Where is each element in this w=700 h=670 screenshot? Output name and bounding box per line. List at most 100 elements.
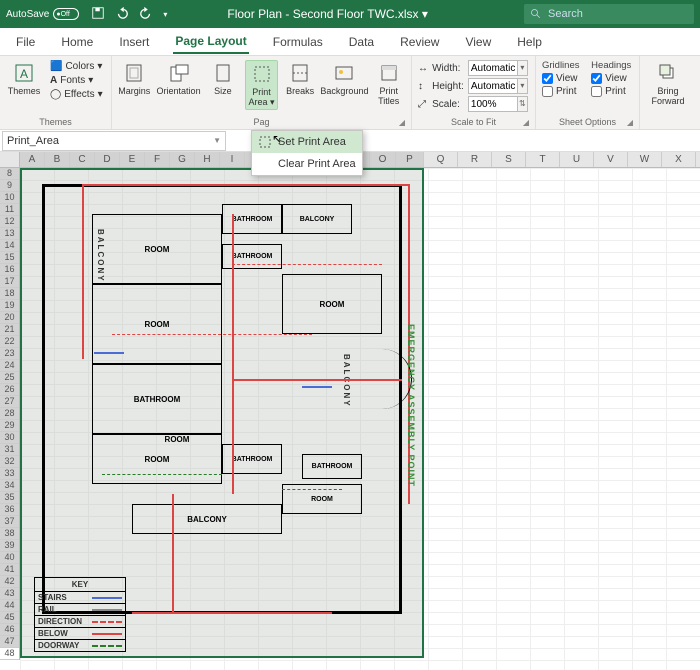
col-header-S[interactable]: S bbox=[492, 152, 526, 167]
tab-help[interactable]: Help bbox=[515, 31, 544, 53]
col-header-P[interactable]: P bbox=[396, 152, 424, 167]
sheet-options-launcher[interactable]: ◢ bbox=[627, 118, 633, 127]
col-header-A[interactable]: A bbox=[20, 152, 45, 167]
row-header-23[interactable]: 23 bbox=[0, 348, 19, 360]
headings-view-checkbox[interactable]: View bbox=[591, 73, 633, 84]
row-header-14[interactable]: 14 bbox=[0, 240, 19, 252]
col-header-C[interactable]: C bbox=[70, 152, 95, 167]
row-header-40[interactable]: 40 bbox=[0, 552, 19, 564]
select-all-corner[interactable] bbox=[0, 152, 20, 167]
row-header-29[interactable]: 29 bbox=[0, 420, 19, 432]
row-header-48[interactable]: 48 bbox=[0, 648, 19, 660]
row-header-13[interactable]: 13 bbox=[0, 228, 19, 240]
row-header-34[interactable]: 34 bbox=[0, 480, 19, 492]
row-header-33[interactable]: 33 bbox=[0, 468, 19, 480]
scale-launcher[interactable]: ◢ bbox=[523, 118, 529, 127]
themes-button[interactable]: A Themes bbox=[6, 60, 42, 98]
row-header-17[interactable]: 17 bbox=[0, 276, 19, 288]
row-header-15[interactable]: 15 bbox=[0, 252, 19, 264]
row-header-24[interactable]: 24 bbox=[0, 360, 19, 372]
tab-file[interactable]: File bbox=[14, 31, 37, 53]
row-header-30[interactable]: 30 bbox=[0, 432, 19, 444]
col-header-O[interactable]: O bbox=[370, 152, 396, 167]
autosave-toggle[interactable]: AutoSave ● Off bbox=[6, 8, 79, 20]
col-header-R[interactable]: R bbox=[458, 152, 492, 167]
row-header-22[interactable]: 22 bbox=[0, 336, 19, 348]
orientation-button[interactable]: Orientation bbox=[157, 60, 201, 98]
row-header-38[interactable]: 38 bbox=[0, 528, 19, 540]
row-header-11[interactable]: 11 bbox=[0, 204, 19, 216]
effects-button[interactable]: ◯Effects ▾ bbox=[48, 88, 105, 101]
row-header-26[interactable]: 26 bbox=[0, 384, 19, 396]
set-print-area-item[interactable]: Set Print Area bbox=[252, 131, 362, 153]
row-header-8[interactable]: 8 bbox=[0, 168, 19, 180]
row-header-28[interactable]: 28 bbox=[0, 408, 19, 420]
col-header-Q[interactable]: Q bbox=[424, 152, 458, 167]
width-dropdown[interactable]: ▾ bbox=[518, 60, 528, 76]
row-header-20[interactable]: 20 bbox=[0, 312, 19, 324]
tab-formulas[interactable]: Formulas bbox=[271, 31, 325, 53]
row-header-25[interactable]: 25 bbox=[0, 372, 19, 384]
size-button[interactable]: Size bbox=[207, 60, 240, 98]
headings-print-checkbox[interactable]: Print bbox=[591, 86, 633, 97]
col-header-G[interactable]: G bbox=[170, 152, 195, 167]
col-header-E[interactable]: E bbox=[120, 152, 145, 167]
row-header-9[interactable]: 9 bbox=[0, 180, 19, 192]
breaks-button[interactable]: Breaks bbox=[284, 60, 317, 98]
tab-insert[interactable]: Insert bbox=[117, 31, 151, 53]
background-button[interactable]: Background bbox=[322, 60, 366, 98]
row-header-31[interactable]: 31 bbox=[0, 444, 19, 456]
row-header-37[interactable]: 37 bbox=[0, 516, 19, 528]
page-setup-launcher[interactable]: ◢ bbox=[399, 118, 405, 127]
qat-dropdown-icon[interactable]: ▾ bbox=[163, 10, 167, 19]
row-header-41[interactable]: 41 bbox=[0, 564, 19, 576]
row-header-43[interactable]: 43 bbox=[0, 588, 19, 600]
col-header-H[interactable]: H bbox=[195, 152, 220, 167]
colors-button[interactable]: 🟦Colors ▾ bbox=[48, 60, 105, 73]
name-box[interactable]: Print_Area▼ bbox=[2, 131, 226, 151]
row-header-35[interactable]: 35 bbox=[0, 492, 19, 504]
gridlines-print-checkbox[interactable]: Print bbox=[542, 86, 581, 97]
tab-view[interactable]: View bbox=[463, 31, 493, 53]
col-header-V[interactable]: V bbox=[594, 152, 628, 167]
row-header-10[interactable]: 10 bbox=[0, 192, 19, 204]
clear-print-area-item[interactable]: Clear Print Area bbox=[252, 153, 362, 175]
undo-icon[interactable] bbox=[115, 6, 129, 23]
row-header-32[interactable]: 32 bbox=[0, 456, 19, 468]
namebox-dropdown-icon[interactable]: ▼ bbox=[213, 136, 221, 145]
col-header-D[interactable]: D bbox=[95, 152, 120, 167]
document-title[interactable]: Floor Plan - Second Floor TWC.xlsx ▾ bbox=[227, 7, 428, 21]
row-header-44[interactable]: 44 bbox=[0, 600, 19, 612]
redo-icon[interactable] bbox=[139, 6, 153, 23]
autosave-switch[interactable]: ● Off bbox=[53, 8, 79, 20]
row-header-46[interactable]: 46 bbox=[0, 624, 19, 636]
row-header-16[interactable]: 16 bbox=[0, 264, 19, 276]
row-header-27[interactable]: 27 bbox=[0, 396, 19, 408]
row-header-12[interactable]: 12 bbox=[0, 216, 19, 228]
height-dropdown[interactable]: ▾ bbox=[518, 78, 528, 94]
bring-forward-button[interactable]: Bring Forward bbox=[646, 60, 690, 108]
tab-page-layout[interactable]: Page Layout bbox=[173, 30, 248, 54]
row-header-45[interactable]: 45 bbox=[0, 612, 19, 624]
height-input[interactable] bbox=[468, 78, 518, 94]
search-box[interactable]: Search bbox=[524, 4, 694, 24]
col-header-U[interactable]: U bbox=[560, 152, 594, 167]
row-header-39[interactable]: 39 bbox=[0, 540, 19, 552]
col-header-I[interactable]: I bbox=[220, 152, 245, 167]
col-header-B[interactable]: B bbox=[45, 152, 70, 167]
width-input[interactable] bbox=[468, 60, 518, 76]
tab-review[interactable]: Review bbox=[398, 31, 441, 53]
col-header-T[interactable]: T bbox=[526, 152, 560, 167]
cell-grid[interactable]: ROOM BALCONY ROOM BATHROOM ROOM BATHROOM… bbox=[20, 168, 700, 670]
col-header-X[interactable]: X bbox=[662, 152, 696, 167]
print-titles-button[interactable]: Print Titles bbox=[372, 60, 405, 108]
scale-input[interactable] bbox=[468, 96, 518, 112]
fonts-button[interactable]: AFonts ▾ bbox=[48, 74, 105, 87]
margins-button[interactable]: Margins bbox=[118, 60, 151, 98]
scale-stepper[interactable]: ⇅ bbox=[518, 96, 528, 112]
row-header-19[interactable]: 19 bbox=[0, 300, 19, 312]
save-icon[interactable] bbox=[91, 6, 105, 23]
worksheet-area[interactable]: ABCDEFGHIJKLMNOPQRSTUVWX 891011121314151… bbox=[0, 152, 700, 670]
tab-data[interactable]: Data bbox=[347, 31, 376, 53]
row-header-21[interactable]: 21 bbox=[0, 324, 19, 336]
